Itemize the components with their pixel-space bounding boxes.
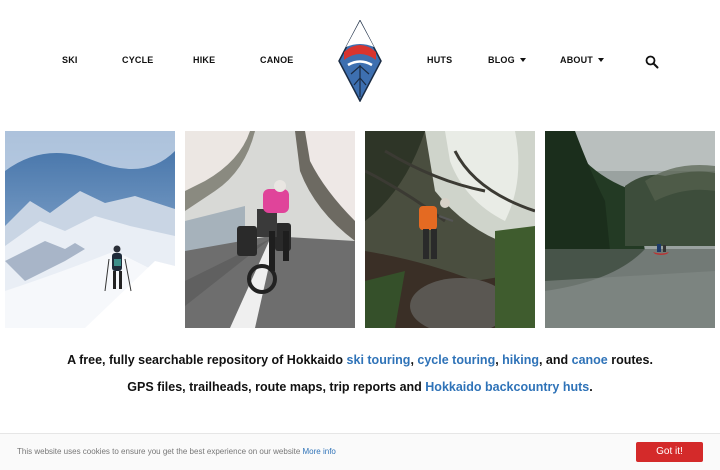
tagline-resources: GPS files, trailheads, route maps, trip … [0,380,720,394]
tagline-routes: A free, fully searchable repository of H… [0,353,720,367]
nav-hike-label: HIKE [193,55,216,65]
nav-hike[interactable]: HIKE [193,55,215,65]
cycle-photo[interactable] [185,131,355,328]
hike-photo[interactable] [365,131,535,328]
cookie-message: This website uses cookies to ensure you … [17,447,336,456]
accept-cookies-button[interactable]: Got it! [636,442,703,462]
nav-canoe-label: CANOE [260,55,294,65]
ski-photo[interactable] [5,131,175,328]
tagline-separator: , and [538,353,572,367]
backcountry-huts-link[interactable]: Hokkaido backcountry huts [425,380,589,394]
nav-ski[interactable]: SKI [62,55,78,65]
nav-about[interactable]: ABOUT [560,55,604,65]
nav-ski-label: SKI [62,55,78,65]
nav-cycle-label: CYCLE [122,55,154,65]
chevron-down-icon [598,58,604,62]
tagline-text: . [589,380,593,394]
canoe-link[interactable]: canoe [572,353,608,367]
tagline-text: GPS files, trailheads, route maps, trip … [127,380,426,394]
tagline-text: routes. [607,353,653,367]
chevron-down-icon [519,58,526,62]
cookie-text: This website uses cookies to ensure you … [17,447,301,456]
hiking-link[interactable]: hiking [502,353,539,367]
nav-huts-label: HUTS [427,55,453,65]
search-icon[interactable] [645,55,659,69]
nav-blog[interactable]: BLOG [488,55,526,65]
ski-touring-link[interactable]: ski touring [347,353,411,367]
nav-about-label: ABOUT [560,55,593,65]
cycle-touring-link[interactable]: cycle touring [417,353,495,367]
mountain-diamond-logo[interactable] [338,20,382,102]
nav-blog-label: BLOG [488,55,515,65]
activity-photos [5,131,715,329]
nav-canoe[interactable]: CANOE [260,55,294,65]
more-info-link[interactable]: More info [303,447,336,456]
canoe-photo[interactable] [545,131,715,328]
cookie-banner: This website uses cookies to ensure you … [0,433,720,470]
main-navigation: SKI CYCLE HIKE CANOE HUTS BLOG ABOUT [0,0,720,125]
tagline-text: A free, fully searchable repository of H… [67,353,347,367]
nav-huts[interactable]: HUTS [427,55,452,65]
nav-cycle[interactable]: CYCLE [122,55,154,65]
